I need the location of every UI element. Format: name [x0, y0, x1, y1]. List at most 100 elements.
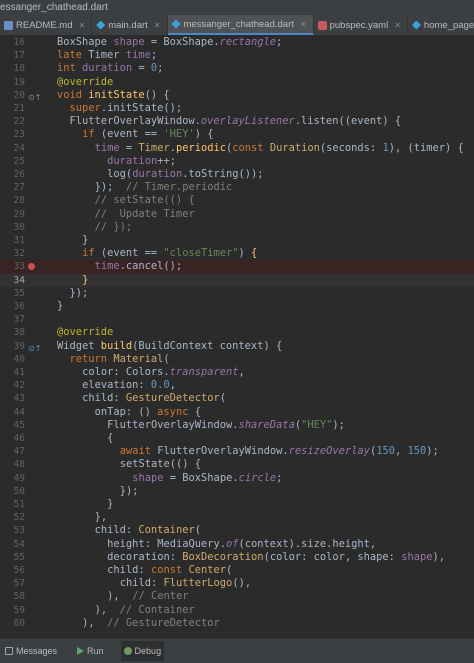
code-line[interactable]: 33 time.cancel(); [0, 260, 474, 274]
line-number[interactable]: 24 [0, 142, 25, 155]
code-line[interactable]: 16 BoxShape shape = BoxShape.rectangle; [0, 36, 474, 49]
line-number[interactable]: 26 [0, 168, 25, 181]
code-line[interactable]: 31} [0, 234, 474, 247]
line-number[interactable]: 60 [0, 617, 25, 630]
code-line[interactable]: 50}); [0, 485, 474, 498]
close-icon[interactable]: ✕ [394, 21, 401, 30]
line-number[interactable]: 39 [0, 340, 25, 353]
code-line[interactable]: 55 decoration: BoxDecoration(color: color… [0, 551, 474, 564]
code-line[interactable]: 60), // GestureDetector [0, 617, 474, 630]
line-number[interactable]: 25 [0, 155, 25, 168]
code-line[interactable]: 47 await FlutterOverlayWindow.resizeOverl… [0, 445, 474, 458]
code-line[interactable]: 54 height: MediaQuery.of(context).size.he… [0, 538, 474, 551]
code-line[interactable]: 20 ⊙↑ void initState() { [0, 89, 474, 102]
code-line[interactable]: 21 super.initState(); [0, 102, 474, 115]
tab-pubspec-yaml[interactable]: pubspec.yaml ✕ [314, 15, 408, 35]
line-number[interactable]: 47 [0, 445, 25, 458]
line-number[interactable]: 19 [0, 76, 25, 89]
code-line[interactable]: 56 child: const Center( [0, 564, 474, 577]
code-line[interactable]: 30 // }); [0, 221, 474, 234]
code-line[interactable]: 52}, [0, 511, 474, 524]
code-line[interactable]: 35}); [0, 287, 474, 300]
code-line[interactable]: 48 setState(() { [0, 458, 474, 471]
code-line[interactable]: 36} [0, 300, 474, 313]
line-number[interactable]: 37 [0, 313, 25, 326]
line-number[interactable]: 35 [0, 287, 25, 300]
line-number[interactable]: 40 [0, 353, 25, 366]
line-number[interactable]: 16 [0, 36, 25, 49]
code-line[interactable]: 22 FlutterOverlayWindow.overlayListener.l… [0, 115, 474, 128]
line-number[interactable]: 46 [0, 432, 25, 445]
bottom-tab-debug[interactable]: Debug [120, 641, 165, 661]
line-number[interactable]: 28 [0, 194, 25, 207]
code-line[interactable]: 53 child: Container( [0, 524, 474, 537]
line-number[interactable]: 52 [0, 511, 25, 524]
line-number[interactable]: 18 [0, 62, 25, 75]
line-number[interactable]: 42 [0, 379, 25, 392]
breakpoint-icon[interactable] [28, 263, 35, 271]
line-number[interactable]: 36 [0, 300, 25, 313]
code-line[interactable]: 46 { [0, 432, 474, 445]
line-number[interactable]: 20 [0, 89, 25, 102]
line-number[interactable]: 45 [0, 419, 25, 432]
line-number[interactable]: 30 [0, 221, 25, 234]
line-number[interactable]: 55 [0, 551, 25, 564]
tab-readme-md[interactable]: README.md ✕ [0, 15, 93, 35]
tab-main-dart[interactable]: main.dart ✕ [92, 15, 168, 35]
code-line[interactable]: 23 if (event == 'HEY') { [0, 128, 474, 141]
code-line[interactable]: 17 late Timer time; [0, 49, 474, 62]
line-number[interactable]: 50 [0, 485, 25, 498]
line-number[interactable]: 22 [0, 115, 25, 128]
line-number[interactable]: 27 [0, 181, 25, 194]
close-icon[interactable]: ✕ [78, 21, 85, 30]
line-number[interactable]: 29 [0, 208, 25, 221]
bottom-tab-run[interactable]: Run [74, 641, 107, 661]
line-number[interactable]: 48 [0, 458, 25, 471]
line-number[interactable]: 17 [0, 49, 25, 62]
code-line[interactable]: 45 FlutterOverlayWindow.shareData("HEY"); [0, 419, 474, 432]
code-line[interactable]: 43 child: GestureDetector( [0, 392, 474, 405]
code-line[interactable]: 57 child: FlutterLogo(), [0, 577, 474, 590]
line-number[interactable]: 59 [0, 604, 25, 617]
code-line[interactable]: 34} [0, 273, 474, 287]
code-line[interactable]: 29 // Update Timer [0, 208, 474, 221]
tab-messanger-chathead-dart[interactable]: messanger_chathead.dart ✕ [167, 15, 314, 35]
code-line[interactable]: 18 int duration = 0; [0, 62, 474, 75]
line-number[interactable]: 51 [0, 498, 25, 511]
code-line[interactable]: 41 color: Colors.transparent, [0, 366, 474, 379]
line-number[interactable]: 38 [0, 326, 25, 339]
code-line[interactable]: 25 duration++; [0, 155, 474, 168]
line-number[interactable]: 32 [0, 247, 25, 260]
line-number[interactable]: 54 [0, 538, 25, 551]
code-line[interactable]: 24 time = Timer.periodic(const Duration(s… [0, 142, 474, 155]
line-number[interactable]: 44 [0, 406, 25, 419]
code-line[interactable]: 42 elevation: 0.0, [0, 379, 474, 392]
line-number[interactable]: 34 [0, 274, 25, 287]
line-number[interactable]: 33 [0, 260, 25, 273]
line-number[interactable]: 57 [0, 577, 25, 590]
code-line[interactable]: 59), // Container [0, 604, 474, 617]
code-line[interactable]: 58), // Center [0, 590, 474, 603]
code-line[interactable]: 51} [0, 498, 474, 511]
code-line[interactable]: 27}); // Timer.periodic [0, 181, 474, 194]
code-line[interactable]: 44 onTap: () async { [0, 406, 474, 419]
close-icon[interactable]: ✕ [300, 20, 307, 29]
tab-home-page-dart[interactable]: home_page.dart✕ [408, 15, 474, 35]
line-number[interactable]: 21 [0, 102, 25, 115]
code-line[interactable]: 37 [0, 313, 474, 326]
code-editor[interactable]: 16 BoxShape shape = BoxShape.rectangle; 17… [0, 36, 474, 638]
code-line[interactable]: 19 @override [0, 76, 474, 89]
close-icon[interactable]: ✕ [154, 21, 161, 30]
line-number[interactable]: 41 [0, 366, 25, 379]
line-number[interactable]: 58 [0, 590, 25, 603]
code-line[interactable]: 39 ⊙↑ Widget build(BuildContext context) { [0, 340, 474, 353]
code-line[interactable]: 32 if (event == "closeTimer") { [0, 247, 474, 260]
line-number[interactable]: 43 [0, 392, 25, 405]
bottom-tab-messages[interactable]: Messages [2, 641, 60, 661]
line-number[interactable]: 56 [0, 564, 25, 577]
line-number[interactable]: 53 [0, 524, 25, 537]
code-line[interactable]: 49 shape = BoxShape.circle; [0, 472, 474, 485]
line-number[interactable]: 49 [0, 472, 25, 485]
code-line[interactable]: 26 log(duration.toString()); [0, 168, 474, 181]
code-line[interactable]: 28 // setState(() { [0, 194, 474, 207]
